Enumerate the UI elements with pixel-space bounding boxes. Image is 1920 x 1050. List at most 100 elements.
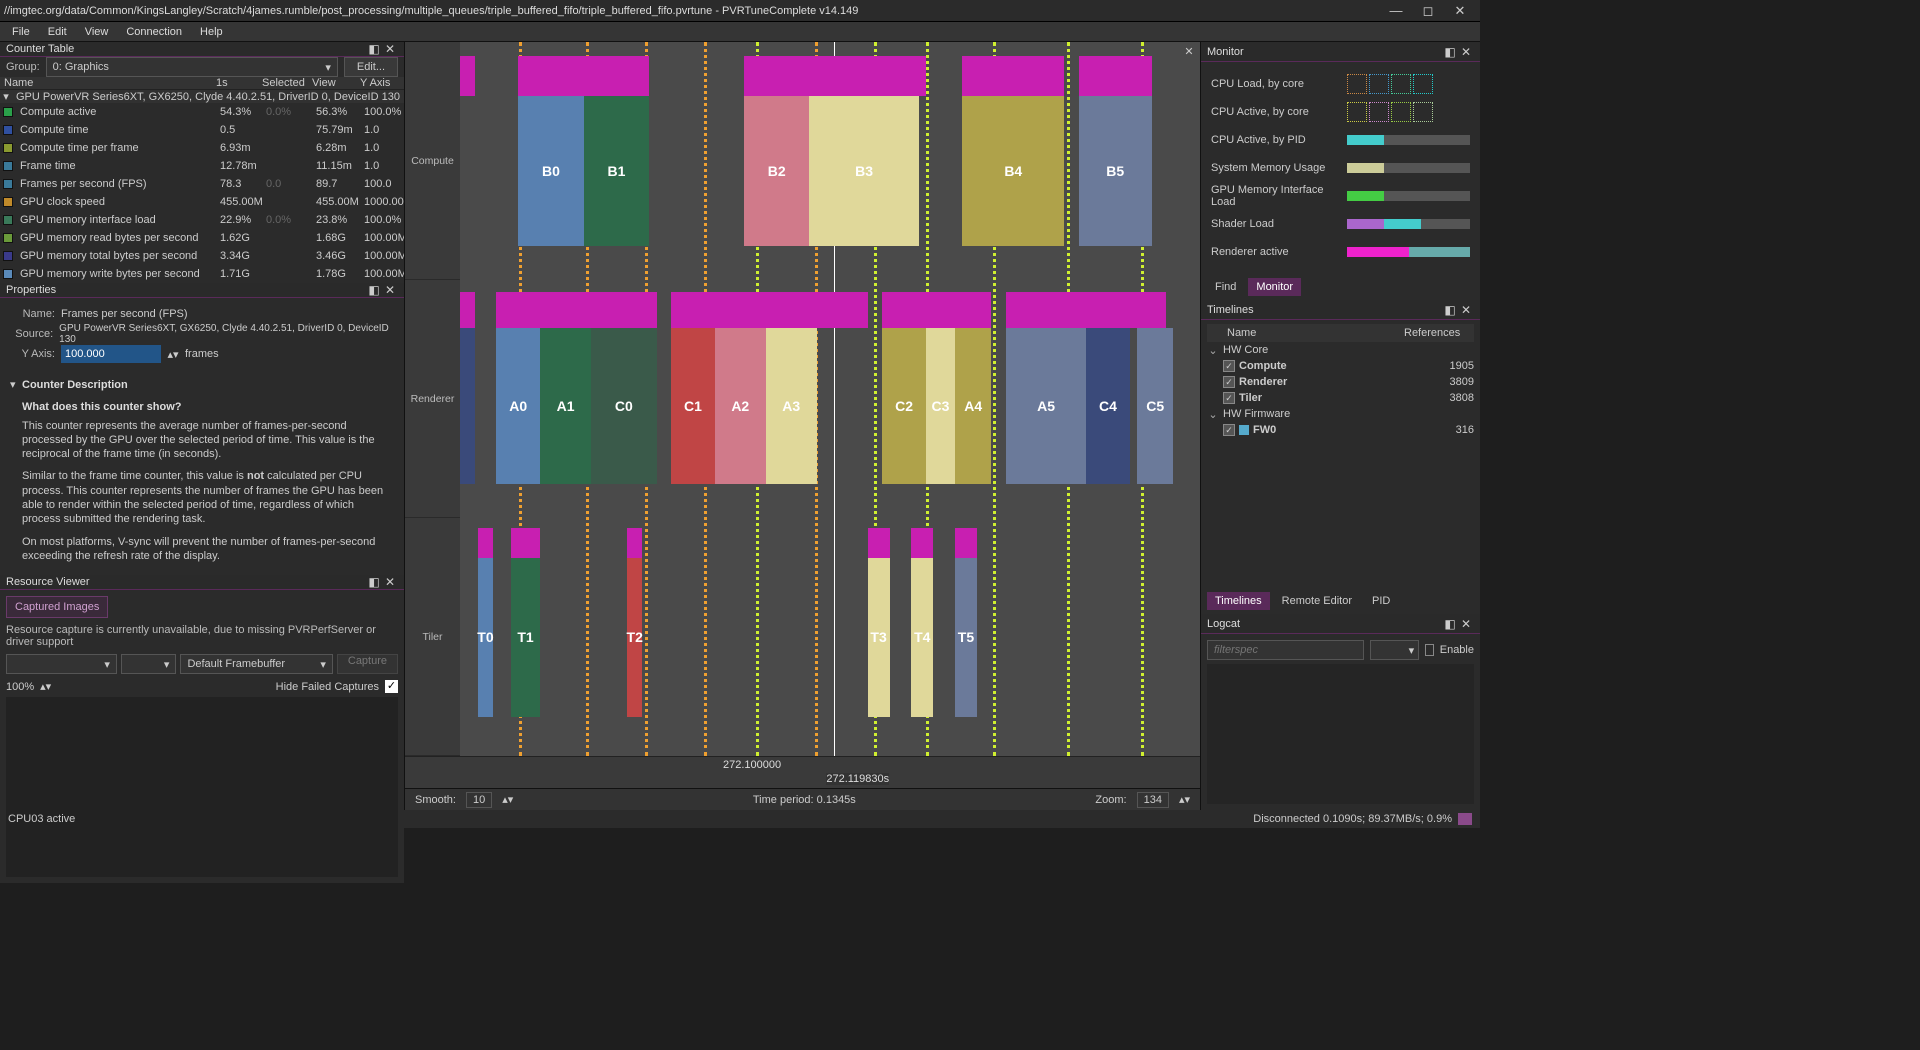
timeline-row[interactable]: ✓Tiler3808 [1207,390,1474,406]
menu-connection[interactable]: Connection [118,24,190,40]
rv-zoom-value: 100% [6,681,34,693]
timeline-row[interactable]: ✓FW0316 [1207,422,1474,438]
status-right: Disconnected 0.1090s; 89.37MB/s; 0.9% [1253,813,1452,825]
monitor-row: Renderer active [1211,238,1470,266]
dock-icon[interactable]: ◧ [1442,617,1458,631]
dock-icon[interactable]: ◧ [1442,303,1458,317]
captured-images-button[interactable]: Captured Images [6,596,108,618]
stepper-icon[interactable]: ▴▾ [1179,793,1190,806]
close-icon[interactable]: ✕ [1458,303,1474,317]
counter-group-row[interactable]: ▾ GPU PowerVR Series6XT, GX6250, Clyde 4… [0,90,404,103]
dock-icon[interactable]: ◧ [366,42,382,56]
desc-p1: This counter represents the average numb… [22,419,394,462]
window-title: //imgtec.org/data/Common/KingsLangley/Sc… [4,5,1380,17]
prop-name: Frames per second (FPS) [61,308,188,320]
monitor-row: CPU Active, by PID [1211,126,1470,154]
maximize-icon[interactable]: ◻ [1412,3,1444,19]
yaxis-input[interactable] [61,345,161,363]
counter-row[interactable]: Compute active54.3%0.0%56.3%100.0% [0,103,404,121]
prop-source: GPU PowerVR Series6XT, GX6250, Clyde 4.4… [59,323,394,345]
smooth-value[interactable]: 10 [466,792,492,808]
time-period: Time period: 0.1345s [753,794,856,806]
tab-monitor[interactable]: Monitor [1248,278,1301,296]
tl-group[interactable]: ⌄HW Core [1207,342,1474,358]
hide-failed-label: Hide Failed Captures [276,681,379,693]
rv-canvas [6,697,398,877]
logcat-output [1207,664,1474,804]
monitor-row: CPU Load, by core [1211,70,1470,98]
logcat-header: Logcat◧✕ [1201,614,1480,634]
monitor-row: Shader Load [1211,210,1470,238]
close-icon[interactable]: ✕ [382,42,398,56]
timeline-row[interactable]: ✓Compute1905 [1207,358,1474,374]
close-icon[interactable]: ✕ [1444,3,1476,19]
menu-edit[interactable]: Edit [40,24,75,40]
status-left: CPU03 active [8,813,75,825]
counter-row[interactable]: Compute time0.575.79m1.0 [0,121,404,139]
counter-row[interactable]: GPU memory write bytes per second1.71G1.… [0,265,404,283]
menu-help[interactable]: Help [192,24,231,40]
stepper-icon[interactable]: ▴▾ [167,348,179,361]
timelines-header: Timelines◧✕ [1201,300,1480,320]
close-icon[interactable]: ✕ [1458,45,1474,59]
monitor-row: CPU Active, by core [1211,98,1470,126]
tab-find[interactable]: Find [1207,278,1244,296]
timeline-row[interactable]: ✓Renderer3809 [1207,374,1474,390]
group-label: Group: [6,61,40,73]
monitor-header: Monitor◧✕ [1201,42,1480,62]
track-label-renderer: Renderer [405,280,460,518]
edit-button[interactable]: Edit... [344,57,398,77]
counter-row[interactable]: Frame time12.78m11.15m1.0 [0,157,404,175]
monitor-row: GPU Memory Interface Load [1211,182,1470,210]
counter-table-header: Counter Table ◧ ✕ [0,42,404,57]
menu-file[interactable]: File [4,24,38,40]
dock-icon[interactable]: ◧ [366,575,382,589]
tab-remote-editor[interactable]: Remote Editor [1274,592,1360,610]
close-icon[interactable]: ✕ [1182,46,1196,60]
stepper-icon[interactable]: ▴▾ [502,793,513,806]
rv-framebuffer-select[interactable]: Default Framebuffer▾ [180,654,332,674]
menu-view[interactable]: View [77,24,117,40]
timeline-canvas[interactable]: B0 B1 B2 B3 B4 B5 A0 A1 C0 [460,42,1200,756]
close-icon[interactable]: ✕ [382,283,398,297]
rv-warning: Resource capture is currently unavailabl… [6,624,398,648]
track-label-tiler: Tiler [405,518,460,756]
logcat-level-select[interactable]: ▾ [1370,640,1419,660]
rv-select-2[interactable]: ▾ [121,654,177,674]
close-icon[interactable]: ✕ [1458,617,1474,631]
status-indicator-icon [1458,813,1472,825]
desc-p2: Similar to the frame time counter, this … [22,469,394,526]
counter-row[interactable]: GPU memory interface load22.9%0.0%23.8%1… [0,211,404,229]
time-ruler[interactable]: 272.100000 272.119830s [405,756,1200,788]
minimize-icon[interactable]: — [1380,3,1412,18]
counter-row[interactable]: GPU memory total bytes per second3.34G3.… [0,247,404,265]
menu-bar: File Edit View Connection Help [0,22,1480,42]
desc-p3: On most platforms, V-sync will prevent t… [22,535,394,564]
resource-viewer-header: Resource Viewer ◧ ✕ [0,575,404,590]
zoom-value[interactable]: 134 [1137,792,1169,808]
counter-row[interactable]: Compute time per frame6.93m6.28m1.0 [0,139,404,157]
monitor-row: System Memory Usage [1211,154,1470,182]
counter-row[interactable]: GPU clock speed455.00M455.00M1000.00M [0,193,404,211]
title-bar: //imgtec.org/data/Common/KingsLangley/Sc… [0,0,1480,22]
logcat-enable-checkbox[interactable] [1425,644,1434,656]
dock-icon[interactable]: ◧ [1442,45,1458,59]
tl-group[interactable]: ⌄HW Firmware [1207,406,1474,422]
track-label-compute: Compute [405,42,460,280]
counter-table-columns: Name 1s Selected View Y Axis [0,77,404,90]
properties-header: Properties ◧ ✕ [0,283,404,298]
capture-button[interactable]: Capture [337,654,398,674]
stepper-icon[interactable]: ▴▾ [40,680,51,693]
counter-row[interactable]: Frames per second (FPS)78.30.089.7100.0 [0,175,404,193]
group-dropdown[interactable]: 0: Graphics ▾ [46,57,338,77]
chevron-down-icon: ▾ [325,61,331,74]
dock-icon[interactable]: ◧ [366,283,382,297]
tab-timelines[interactable]: Timelines [1207,592,1270,610]
rv-select-1[interactable]: ▾ [6,654,117,674]
hide-failed-checkbox[interactable]: ✓ [385,680,398,693]
tab-pid[interactable]: PID [1364,592,1398,610]
logcat-filter-input[interactable] [1207,640,1364,660]
close-icon[interactable]: ✕ [382,575,398,589]
counter-row[interactable]: GPU memory read bytes per second1.62G1.6… [0,229,404,247]
timeline-controls: Smooth: 10 ▴▾ Time period: 0.1345s Zoom:… [405,788,1200,810]
